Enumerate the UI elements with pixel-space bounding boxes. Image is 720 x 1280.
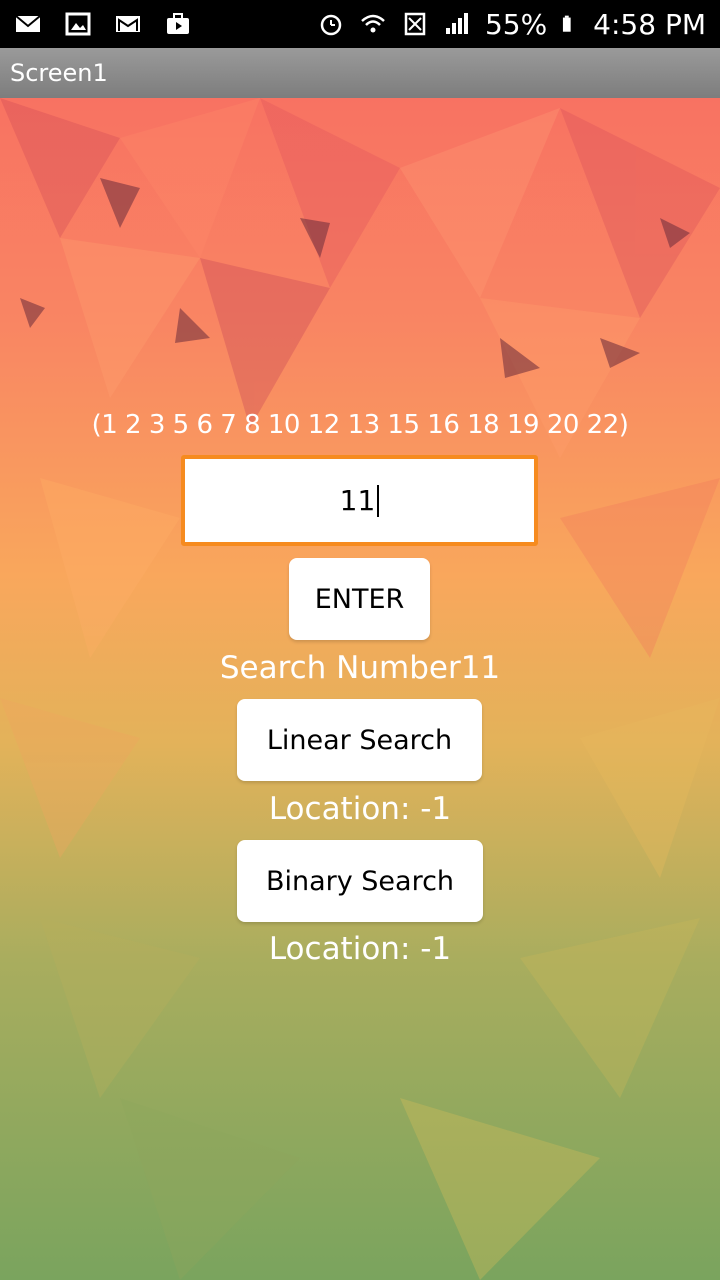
main-content: (1 2 3 5 6 7 8 10 12 13 15 16 18 19 20 2…: [0, 98, 720, 1280]
linear-location-label: Location: -1: [268, 791, 452, 827]
linear-search-button[interactable]: Linear Search: [237, 699, 482, 781]
sim-icon: [404, 12, 426, 36]
wifi-icon: [361, 14, 385, 33]
image-icon: [65, 12, 91, 36]
binary-location-label: Location: -1: [268, 931, 452, 967]
enter-button[interactable]: ENTER: [289, 558, 430, 640]
number-input[interactable]: 11: [181, 455, 538, 546]
battery-icon: [563, 15, 571, 32]
array-label: (1 2 3 5 6 7 8 10 12 13 15 16 18 19 20 2…: [91, 410, 629, 440]
binary-search-button[interactable]: Binary Search: [237, 840, 483, 922]
search-number-label: Search Number11: [219, 650, 501, 686]
gmail-icon: [116, 16, 140, 32]
status-bar: 55% 4:58 PM: [0, 0, 720, 48]
briefcase-icon: [167, 13, 189, 34]
battery-percent: 55%: [484, 7, 548, 41]
number-input-value: 11: [339, 484, 376, 517]
screen-title: Screen1: [10, 59, 108, 87]
mail-icon: [15, 15, 41, 32]
alarm-icon: [320, 14, 342, 36]
title-bar: Screen1: [0, 48, 720, 98]
text-caret: [377, 484, 380, 517]
signal-icon: [445, 13, 468, 34]
status-time: 4:58 PM: [593, 7, 706, 41]
